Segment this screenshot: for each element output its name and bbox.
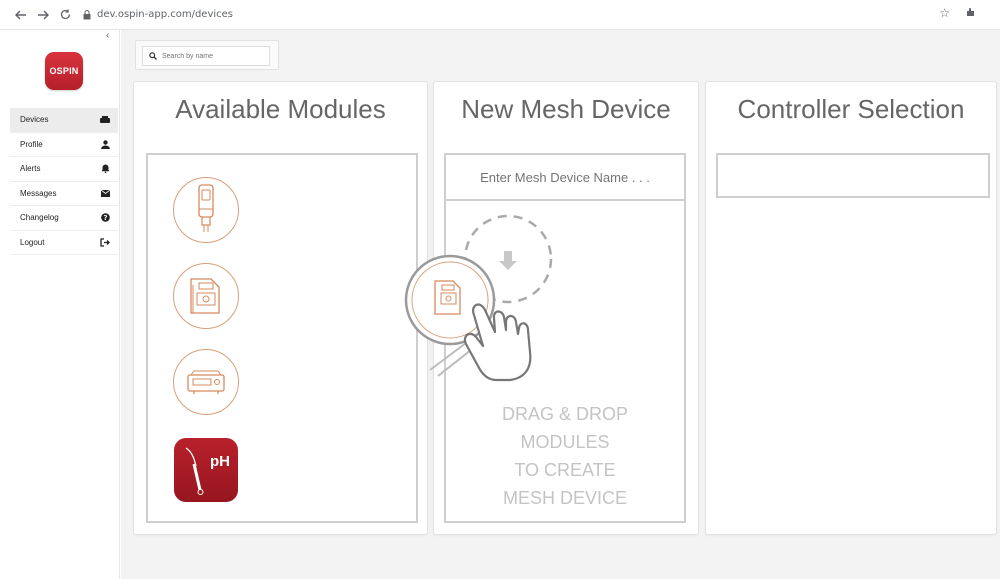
pump-module[interactable]: [173, 263, 239, 329]
drop-line: MESH DEVICE: [502, 488, 628, 508]
sidebar-item-label: Profile: [20, 139, 43, 149]
controller-drop-slot[interactable]: [716, 153, 990, 198]
search-container: [135, 40, 279, 70]
drop-line: DRAG & DROP: [501, 404, 629, 424]
pump-icon: [190, 278, 220, 314]
sidebar-item-logout[interactable]: Logout: [10, 231, 118, 255]
mesh-device-name-field-wrapper: [446, 155, 684, 201]
user-icon: [100, 139, 110, 149]
sensor-probe-module[interactable]: [173, 177, 239, 243]
sidebar-item-label: Messages: [20, 188, 57, 198]
controller-selection-panel: Controller Selection: [705, 81, 997, 535]
available-modules-list: pH: [146, 153, 418, 523]
new-mesh-device-panel: New Mesh Device DRAG & DROP MODULES TO C…: [433, 81, 699, 535]
sensor-probe-icon: [198, 184, 214, 232]
mesh-device-name-input[interactable]: [455, 169, 675, 185]
sidebar-menu: Devices Profile Alerts Messages Changelo…: [10, 108, 118, 255]
arrow-down-icon: [499, 251, 517, 270]
arrow-left-icon[interactable]: [12, 6, 30, 24]
ph-label: pH: [210, 453, 230, 470]
ph-module[interactable]: pH: [174, 438, 238, 502]
bell-icon: [100, 164, 110, 174]
drop-line: MODULES: [520, 432, 610, 452]
collapse-sidebar-button[interactable]: ‹: [106, 30, 109, 41]
panel-title: New Mesh Device: [461, 94, 671, 124]
question-circle-icon: ?: [100, 213, 110, 223]
browser-toolbar: dev.ospin-app.com/devices ☆: [0, 0, 1000, 30]
available-modules-panel: Available Modules pH: [133, 81, 428, 535]
arrow-right-icon[interactable]: [34, 6, 52, 24]
svg-text:?: ?: [103, 214, 107, 222]
panel-title: Available Modules: [175, 94, 386, 124]
ph-probe-icon: [185, 447, 204, 495]
drop-instructions: DRAG & DROP MODULES TO CREATE MESH DEVIC…: [446, 400, 684, 512]
heater-icon: [187, 370, 225, 394]
panel-title: Controller Selection: [737, 94, 965, 124]
sidebar-item-label: Logout: [20, 237, 45, 247]
sidebar-item-label: Alerts: [20, 164, 41, 174]
envelope-icon: [100, 188, 110, 198]
mesh-drop-zone[interactable]: DRAG & DROP MODULES TO CREATE MESH DEVIC…: [444, 153, 686, 523]
sidebar-item-devices[interactable]: Devices: [10, 108, 118, 133]
extension-icon[interactable]: [966, 6, 976, 20]
sidebar-item-label: Devices: [20, 115, 49, 125]
reload-icon[interactable]: [56, 6, 74, 24]
sidebar-item-label: Changelog: [20, 213, 59, 223]
logout-icon: [100, 237, 110, 247]
drop-line: TO CREATE: [514, 460, 616, 480]
sidebar-item-messages[interactable]: Messages: [10, 182, 118, 206]
search-field-wrapper: [142, 46, 270, 66]
url-bar[interactable]: dev.ospin-app.com/devices: [97, 9, 233, 20]
heater-module[interactable]: [173, 349, 239, 415]
search-input[interactable]: [162, 52, 262, 60]
main-content: Available Modules: [121, 30, 1000, 579]
search-icon: [149, 47, 157, 65]
ospin-logo: OSPIN: [45, 52, 83, 90]
devices-icon: [100, 115, 110, 125]
lock-icon: [82, 9, 91, 20]
sidebar: ‹ OSPIN Devices Profile Alerts Messages: [0, 30, 120, 579]
sidebar-item-alerts[interactable]: Alerts: [10, 157, 118, 182]
star-icon[interactable]: ☆: [939, 6, 950, 20]
drop-target-circle: [463, 214, 553, 304]
sidebar-item-profile[interactable]: Profile: [10, 133, 118, 157]
sidebar-item-changelog[interactable]: Changelog ?: [10, 206, 118, 231]
